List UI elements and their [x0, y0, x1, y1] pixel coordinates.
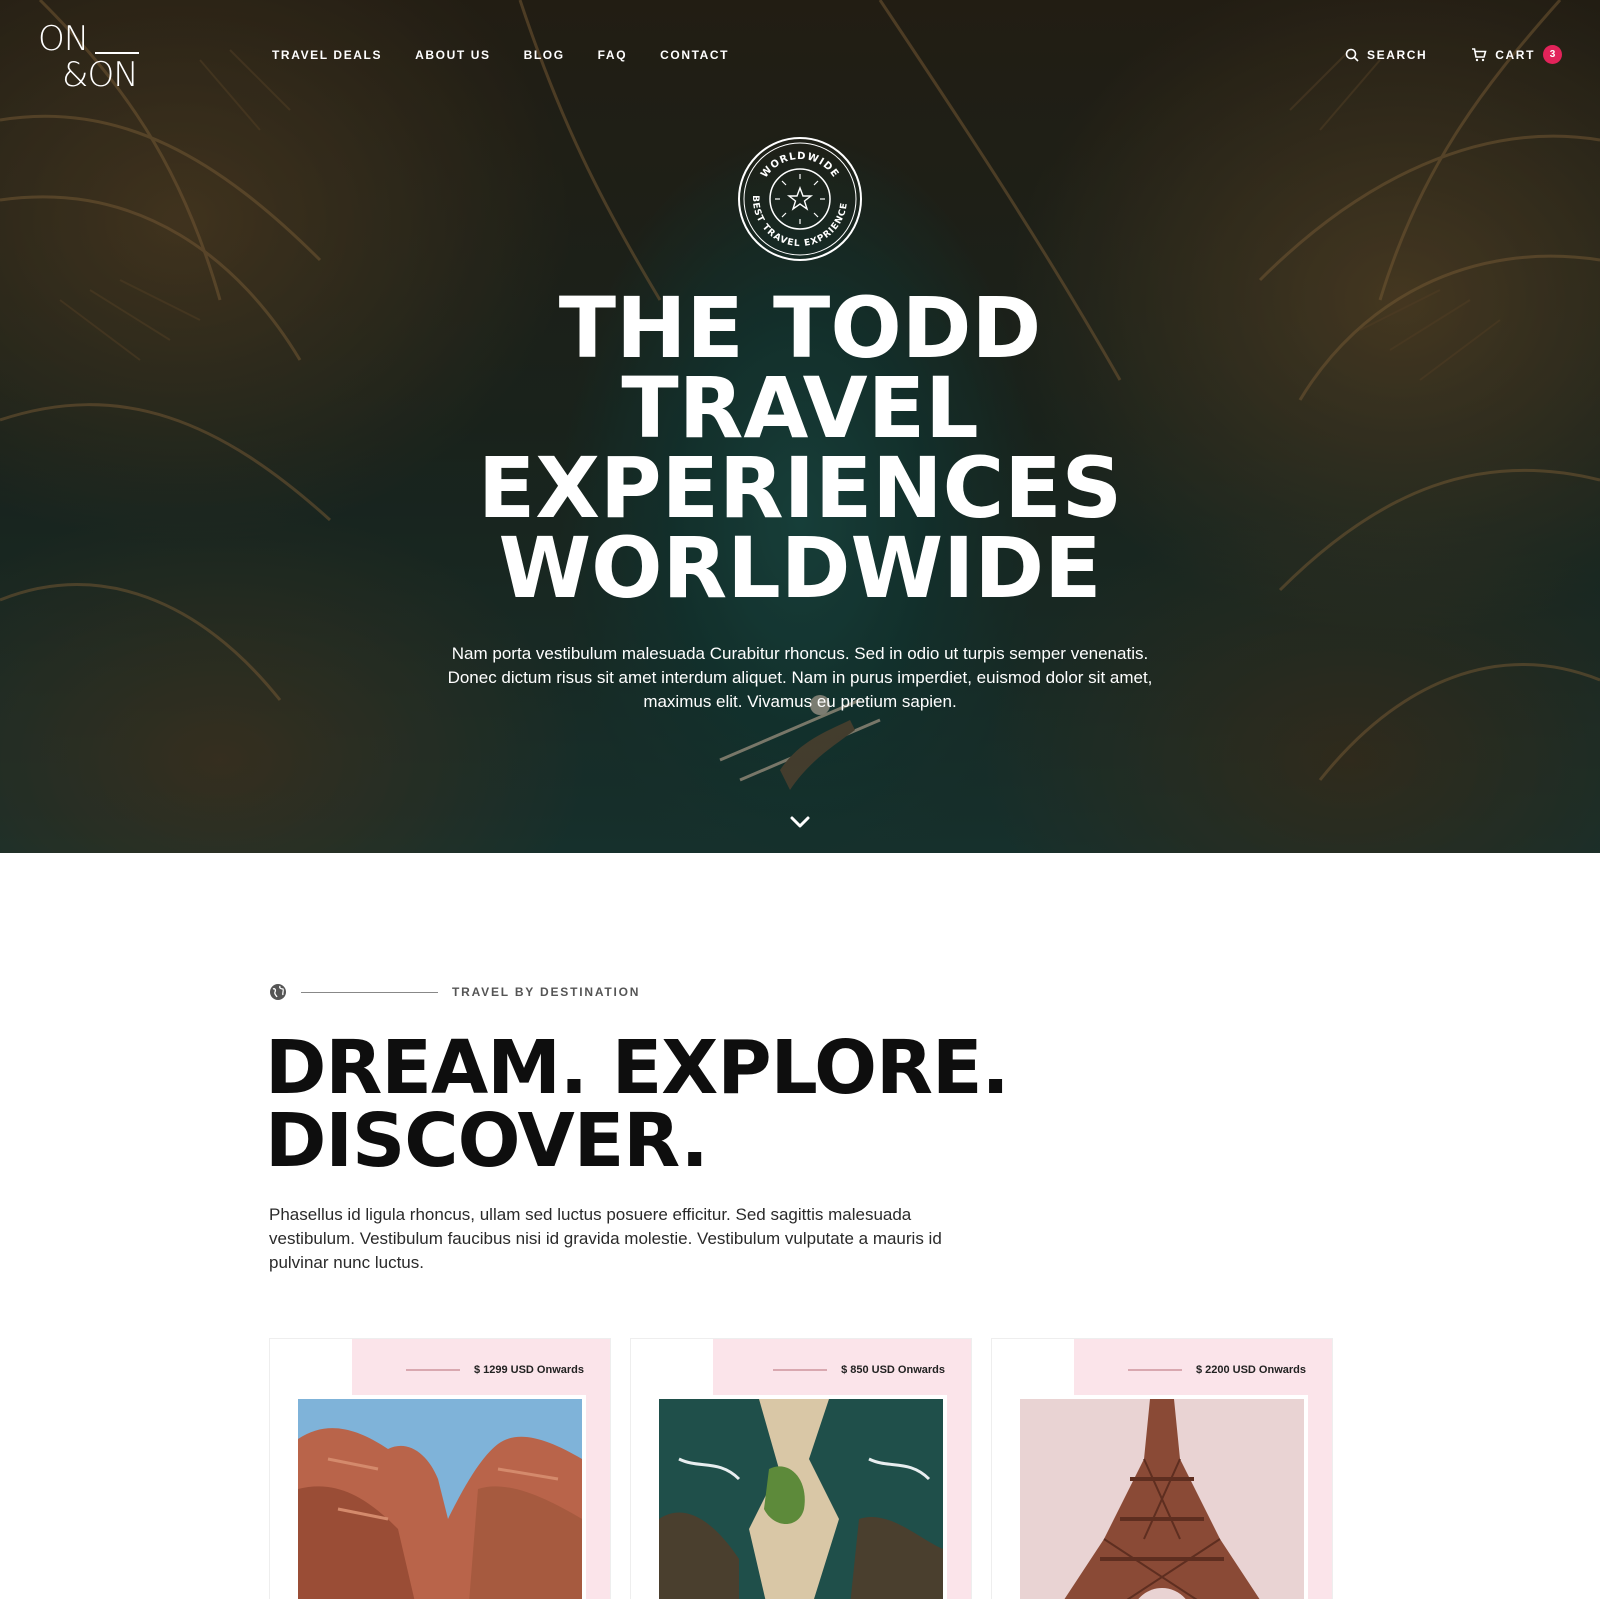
section-description: Phasellus id ligula rhoncus, ullam sed l…	[269, 1205, 942, 1272]
card-price-label: $ 1299 USD Onwards	[473, 1364, 584, 1376]
eyebrow-divider	[301, 991, 438, 993]
eyebrow-label: TRAVEL BY DESTINATION	[452, 985, 641, 999]
nav-item-about-us[interactable]: ABOUT US	[415, 48, 490, 62]
card-price-label: $ 2200 USD Onwards	[1195, 1364, 1306, 1376]
card-photo-canyon[interactable]	[298, 1399, 582, 1599]
card-price-label: $ 850 USD Onwards	[841, 1364, 945, 1376]
price-dash	[773, 1369, 828, 1371]
cart-icon	[1472, 47, 1487, 61]
search-button[interactable]: SEARCH	[1345, 48, 1427, 62]
section-title: DREAM. EXPLORE. DISCOVER.	[265, 1025, 1010, 1184]
card-photo-island[interactable]	[659, 1399, 943, 1599]
card-price: $ 1299 USD Onwards	[405, 1364, 584, 1376]
card-price: $ 2200 USD Onwards	[1127, 1364, 1306, 1376]
hero-title-line-1: THE TODD	[558, 279, 1042, 377]
hero-title-line-4: WORLDWIDE	[498, 519, 1102, 617]
price-dash	[1127, 1369, 1182, 1371]
nav-item-contact[interactable]: CONTACT	[660, 48, 729, 62]
hero-description: Nam porta vestibulum malesuada Curabitur…	[447, 644, 1153, 711]
destination-card[interactable]: $ 2200 USD Onwards	[991, 1338, 1333, 1599]
main-nav: TRAVEL DEALS ABOUT US BLOG FAQ CONTACT	[272, 48, 729, 62]
destination-card[interactable]: $ 1299 USD Onwards	[269, 1338, 611, 1599]
globe-icon	[270, 984, 286, 1000]
brand-logo[interactable]: ON &ON	[38, 20, 140, 96]
cart-button[interactable]: CART 3	[1471, 45, 1562, 64]
card-image-frame	[294, 1395, 586, 1599]
section-title-line-2: DISCOVER.	[265, 1098, 709, 1184]
logo-bar	[95, 52, 139, 54]
destination-card[interactable]: $ 850 USD Onwards	[630, 1338, 972, 1599]
hero-title: THE TODD TRAVEL EXPERIENCES WORLDWIDE	[300, 279, 1300, 617]
nav-item-faq[interactable]: FAQ	[598, 48, 627, 62]
cart-label: CART	[1495, 47, 1535, 62]
nav-item-blog[interactable]: BLOG	[524, 48, 565, 62]
card-photo-eiffel-tower[interactable]	[1020, 1399, 1304, 1599]
worldwide-seal-icon: WORLDWIDE BEST TRAVEL EXPRIENCES	[737, 136, 862, 261]
card-image-frame	[1016, 1395, 1308, 1599]
section-title-line-1: DREAM. EXPLORE.	[265, 1025, 1010, 1111]
nav-item-travel-deals[interactable]: TRAVEL DEALS	[272, 48, 382, 62]
section-eyebrow: TRAVEL BY DESTINATION	[269, 983, 640, 1001]
header-actions: SEARCH CART 3	[1345, 45, 1562, 64]
card-price: $ 850 USD Onwards	[773, 1364, 945, 1376]
hero-title-line-3: EXPERIENCES	[477, 439, 1123, 537]
logo-line-2: &ON	[62, 55, 139, 95]
chevron-down-icon[interactable]	[787, 812, 813, 832]
hero-title-line-2: TRAVEL	[621, 359, 979, 457]
logo-line-1: ON	[38, 19, 89, 59]
cart-count-badge: 3	[1543, 45, 1562, 64]
price-dash	[405, 1369, 460, 1371]
card-image-frame	[655, 1395, 947, 1599]
search-label: SEARCH	[1366, 47, 1428, 62]
search-icon	[1345, 48, 1359, 62]
